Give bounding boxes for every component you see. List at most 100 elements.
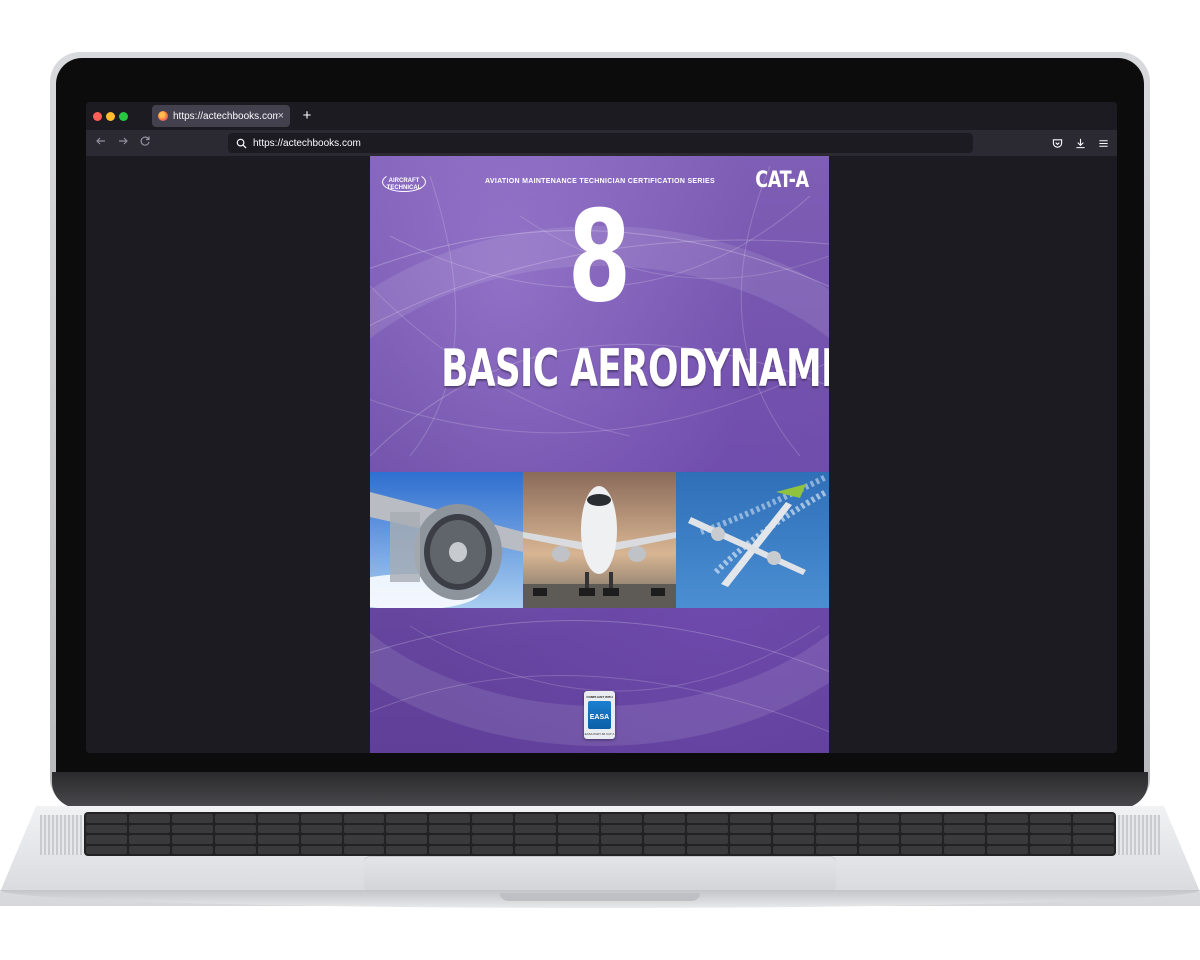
- keyboard-key: [558, 835, 599, 844]
- keyboard-key: [386, 835, 428, 844]
- keyboard-key: [86, 835, 127, 844]
- keyboard-key: [729, 814, 771, 823]
- laptop-lid-notch: [500, 893, 700, 901]
- keyboard-key: [472, 814, 514, 823]
- easa-badge-top-text: COMPLIANT WITH: [586, 695, 613, 699]
- keyboard-key: [601, 835, 642, 844]
- speaker-grille-right: [1118, 815, 1160, 855]
- keyboard-key: [1073, 824, 1114, 833]
- keyboard-key: [214, 814, 256, 823]
- speaker-grille-left: [40, 815, 82, 855]
- hamburger-menu-icon[interactable]: [1094, 134, 1112, 152]
- tab-title: https://actechbooks.com: [173, 110, 278, 122]
- keyboard-key: [815, 835, 857, 844]
- keyboard-key: [515, 835, 557, 844]
- keyboard-key: [858, 835, 900, 844]
- tab-bar: https://actechbooks.com × +: [86, 102, 1117, 130]
- keyboard-key: [343, 824, 385, 833]
- pocket-icon[interactable]: [1048, 134, 1066, 152]
- keyboard-key: [171, 835, 213, 844]
- keyboard-key: [86, 814, 127, 823]
- keyboard-key: [128, 835, 170, 844]
- jumbo-jet-front-photo: [523, 472, 676, 608]
- keyboard-key: [171, 824, 213, 833]
- keyboard: [84, 812, 1116, 856]
- keyboard-key: [729, 824, 771, 833]
- keyboard-key: [643, 824, 685, 833]
- keyboard-key: [558, 845, 599, 854]
- keyboard-key: [987, 845, 1029, 854]
- keyboard-key: [1030, 824, 1072, 833]
- keyboard-key: [429, 814, 471, 823]
- keyboard-key: [515, 845, 557, 854]
- keyboard-key: [300, 814, 342, 823]
- publisher-logo-text: AIRCRAFT TECHNICAL: [386, 178, 422, 191]
- keyboard-key: [901, 824, 943, 833]
- keyboard-key: [472, 835, 514, 844]
- keyboard-key: [772, 814, 814, 823]
- reload-icon[interactable]: [136, 134, 154, 152]
- book-cover: AIRCRAFT TECHNICAL AVIATION MAINTENANCE …: [370, 156, 829, 753]
- navigation-toolbar: https://actechbooks.com: [86, 130, 1117, 156]
- keyboard-key: [987, 824, 1029, 833]
- turboprop-in-flight-photo: [676, 472, 829, 608]
- keyboard-key: [429, 845, 471, 854]
- keyboard-key: [300, 835, 342, 844]
- maximize-window-button[interactable]: [119, 112, 128, 121]
- new-tab-button[interactable]: +: [298, 107, 316, 125]
- keyboard-key: [1073, 845, 1114, 854]
- keyboard-key: [858, 824, 900, 833]
- keyboard-key: [386, 814, 428, 823]
- keyboard-key: [944, 824, 986, 833]
- keyboard-key: [300, 845, 342, 854]
- keyboard-key: [1073, 814, 1114, 823]
- keyboard-key: [386, 824, 428, 833]
- category-label: CAT-A: [755, 168, 809, 193]
- keyboard-key: [472, 845, 514, 854]
- tab-close-icon[interactable]: ×: [278, 110, 284, 122]
- keyboard-key: [643, 845, 685, 854]
- keyboard-key: [686, 824, 728, 833]
- keyboard-key: [386, 845, 428, 854]
- forward-arrow-icon[interactable]: [114, 134, 132, 152]
- keyboard-key: [772, 835, 814, 844]
- download-icon[interactable]: [1071, 134, 1089, 152]
- keyboard-key: [171, 845, 213, 854]
- publisher-logo: AIRCRAFT TECHNICAL: [382, 170, 426, 192]
- keyboard-key: [86, 824, 127, 833]
- keyboard-key: [300, 824, 342, 833]
- keyboard-key: [257, 814, 299, 823]
- keyboard-key: [643, 835, 685, 844]
- keyboard-key: [128, 814, 170, 823]
- keyboard-key: [257, 824, 299, 833]
- keyboard-key: [944, 835, 986, 844]
- url-text: https://actechbooks.com: [253, 137, 361, 149]
- keyboard-key: [686, 814, 728, 823]
- keyboard-key: [257, 845, 299, 854]
- keyboard-key: [944, 845, 986, 854]
- keyboard-key: [343, 845, 385, 854]
- keyboard-key: [772, 824, 814, 833]
- keyboard-key: [214, 824, 256, 833]
- keyboard-key: [987, 835, 1029, 844]
- keyboard-key: [815, 814, 857, 823]
- minimize-window-button[interactable]: [106, 112, 115, 121]
- browser-tab[interactable]: https://actechbooks.com ×: [152, 105, 290, 127]
- easa-compliance-badge: COMPLIANT WITH EASA EASA PART-66 CAT A: [584, 691, 615, 739]
- keyboard-key: [686, 845, 728, 854]
- jet-engine-photo: [370, 472, 523, 608]
- keyboard-key: [558, 814, 599, 823]
- keyboard-key: [214, 845, 256, 854]
- keyboard-key: [171, 814, 213, 823]
- easa-badge-bottom-text: EASA PART-66 CAT A: [584, 732, 615, 736]
- keyboard-key: [472, 824, 514, 833]
- keyboard-key: [86, 845, 127, 854]
- keyboard-key: [1073, 835, 1114, 844]
- close-window-button[interactable]: [93, 112, 102, 121]
- back-arrow-icon[interactable]: [92, 134, 110, 152]
- keyboard-key: [1030, 845, 1072, 854]
- keyboard-key: [343, 814, 385, 823]
- keyboard-key: [858, 814, 900, 823]
- keyboard-key: [901, 845, 943, 854]
- address-bar[interactable]: https://actechbooks.com: [228, 133, 973, 153]
